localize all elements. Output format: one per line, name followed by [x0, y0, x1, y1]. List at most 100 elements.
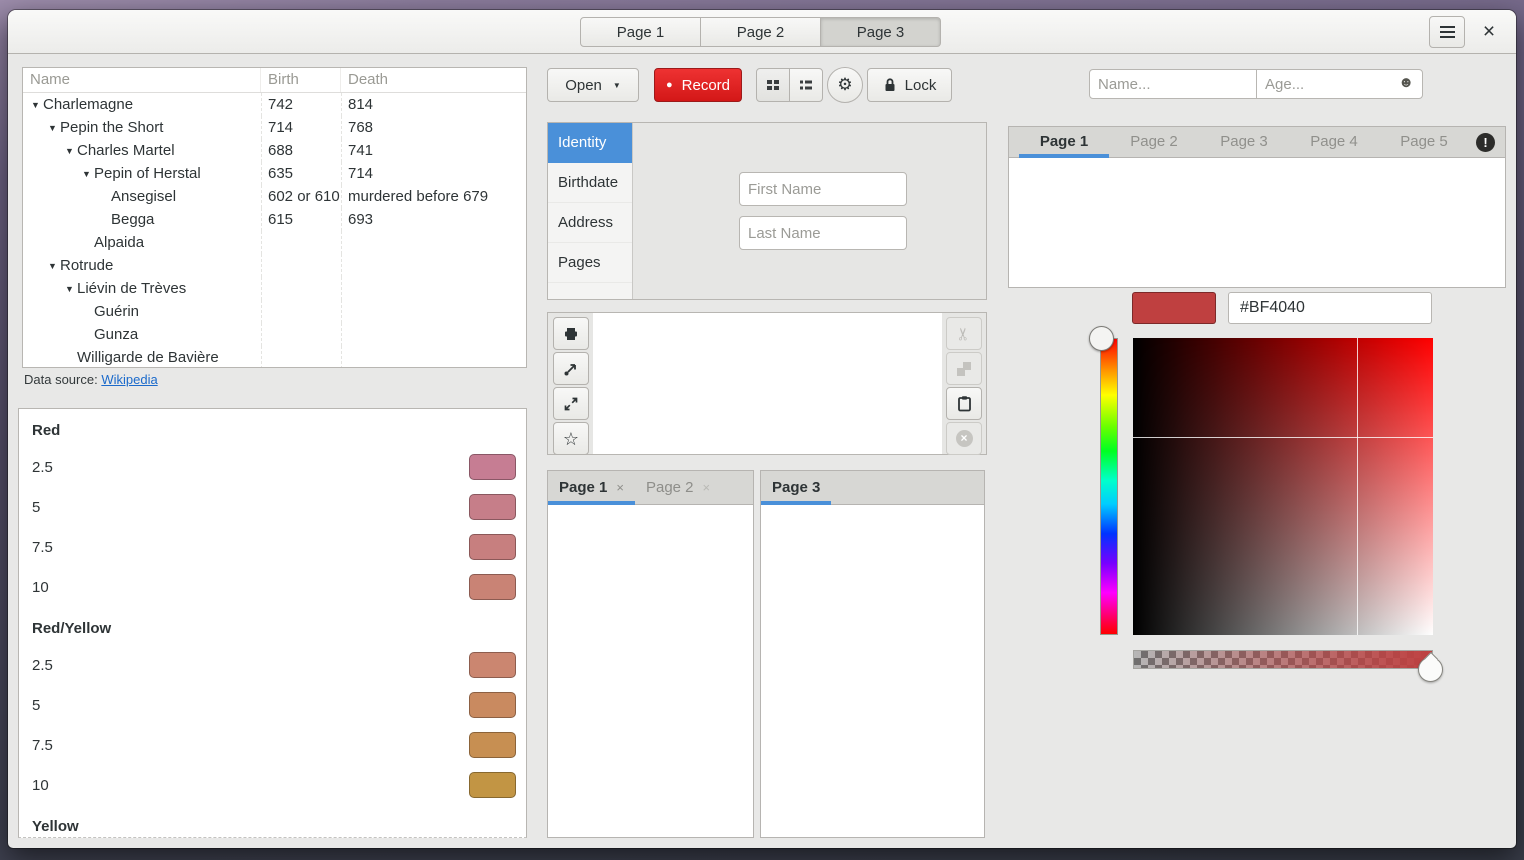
expander-icon[interactable]: ▼ [62, 146, 77, 156]
sidebar-item-address[interactable]: Address [548, 203, 632, 243]
text-area[interactable] [593, 313, 942, 454]
color-swatch[interactable] [469, 732, 516, 758]
color-swatch[interactable] [469, 494, 516, 520]
list-item[interactable]: 10 [19, 567, 526, 607]
header-tab-page2[interactable]: Page 2 [700, 17, 821, 47]
clear-button[interactable]: × [946, 422, 982, 455]
color-swatch[interactable] [469, 454, 516, 480]
list-item[interactable]: 5 [19, 685, 526, 725]
table-row[interactable]: Ansegisel 602 or 610 murdered before 679 [23, 185, 526, 208]
color-swatch[interactable] [469, 772, 516, 798]
color-swatch[interactable] [469, 534, 516, 560]
copy-button[interactable] [946, 352, 982, 385]
tab-page3[interactable]: Page 3 [1199, 127, 1289, 157]
cell-name: Pepin of Herstal [94, 165, 201, 182]
cell-name: Charlemagne [43, 96, 134, 113]
expand-arrows-icon [564, 397, 578, 410]
header-tab-page1[interactable]: Page 1 [580, 17, 701, 47]
header-tab-page3[interactable]: Page 3 [820, 17, 941, 47]
cell-death: 693 [341, 208, 526, 231]
expander-icon[interactable]: ▼ [28, 100, 43, 110]
list-item[interactable]: 5 [19, 487, 526, 527]
data-source-label: Data source: [24, 372, 98, 387]
table-row[interactable]: ▼ Charles Martel 688 741 [23, 139, 526, 162]
record-button[interactable]: ● Record [654, 68, 742, 102]
alpha-slider-handle[interactable] [1418, 657, 1443, 682]
lock-button[interactable]: Lock [867, 68, 952, 102]
hex-color-input[interactable] [1228, 292, 1432, 324]
alpha-slider[interactable] [1133, 650, 1433, 669]
saturation-value-plane[interactable] [1133, 338, 1433, 635]
cell-death: 768 [341, 116, 526, 139]
stack-frame: Identity Birthdate Address Pages [547, 122, 987, 300]
smiley-icon[interactable]: ☻ [1398, 74, 1414, 91]
tab-page2[interactable]: Page 2 [1109, 127, 1199, 157]
sidebar-item-pages[interactable]: Pages [548, 243, 632, 283]
cut-button[interactable]: ✂ [946, 317, 982, 350]
tab-close-icon[interactable]: × [703, 480, 711, 495]
table-row[interactable]: Gunza [23, 323, 526, 346]
color-swatch[interactable] [469, 652, 516, 678]
list-item[interactable]: 2.5 [19, 447, 526, 487]
send-button[interactable] [553, 352, 589, 385]
hue-slider-handle[interactable] [1089, 326, 1114, 351]
data-source-line: Data source: Wikipedia [24, 372, 158, 387]
list-item[interactable]: 7.5 [19, 527, 526, 567]
sidebar-item-birthdate[interactable]: Birthdate [548, 163, 632, 203]
identity-page [633, 123, 986, 299]
expander-icon[interactable]: ▼ [62, 284, 77, 294]
favorite-button[interactable]: ☆ [553, 422, 589, 455]
list-item[interactable]: 2.5 [19, 645, 526, 685]
list-item[interactable]: 7.5 [19, 725, 526, 765]
fullscreen-button[interactable] [553, 387, 589, 420]
table-row[interactable]: ▼ Charlemagne 742 814 [23, 93, 526, 116]
table-row[interactable]: ▼ Rotrude [23, 254, 526, 277]
table-row[interactable]: ▼ Pepin of Herstal 635 714 [23, 162, 526, 185]
hue-slider[interactable] [1100, 338, 1118, 635]
color-palette-list: Red 2.5 5 7.5 10 Red/Yellow 2.5 5 7.5 10… [18, 408, 527, 838]
expander-icon[interactable]: ▼ [45, 261, 60, 271]
column-header-birth[interactable]: Birth [261, 68, 341, 92]
tab-close-icon[interactable]: × [616, 480, 624, 495]
last-name-field[interactable] [739, 216, 907, 250]
tab-page1[interactable]: Page 1 [1019, 127, 1109, 158]
table-row[interactable]: Willigarde de Bavière [23, 346, 526, 367]
warning-icon[interactable]: ! [1476, 132, 1495, 152]
column-header-name[interactable]: Name [23, 68, 261, 92]
settings-button[interactable]: ⚙ [827, 67, 863, 103]
first-name-field[interactable] [739, 172, 907, 206]
grid-view-button[interactable] [756, 68, 790, 102]
color-swatch[interactable] [469, 574, 516, 600]
list-item[interactable]: 10 [19, 765, 526, 805]
table-row[interactable]: ▼ Liévin de Trèves [23, 277, 526, 300]
open-button[interactable]: Open ▼ [547, 68, 639, 102]
tab-label: Page 3 [772, 479, 821, 496]
table-row[interactable]: ▼ Pepin the Short 714 768 [23, 116, 526, 139]
table-row[interactable]: Begga 615 693 [23, 208, 526, 231]
print-button[interactable] [553, 317, 589, 350]
menu-button[interactable] [1429, 16, 1465, 48]
current-color-swatch[interactable] [1132, 292, 1216, 324]
color-swatch[interactable] [469, 692, 516, 718]
sidebar-item-identity[interactable]: Identity [548, 123, 632, 163]
table-row[interactable]: Alpaida [23, 231, 526, 254]
palette-row-label: 10 [32, 776, 49, 794]
tab-page3[interactable]: Page 3 [761, 471, 832, 505]
cell-birth: 602 or 610 [261, 185, 341, 208]
tab-page5[interactable]: Page 5 [1379, 127, 1469, 157]
list-view-button[interactable] [789, 68, 823, 102]
palette-row-label: 2.5 [32, 656, 53, 674]
tab-page2[interactable]: Page 2 × [635, 471, 721, 504]
window-close-button[interactable]: × [1476, 19, 1502, 45]
cell-birth [261, 323, 341, 346]
name-input[interactable] [1089, 69, 1257, 99]
paste-button[interactable] [946, 387, 982, 420]
tab-page1[interactable]: Page 1 × [548, 471, 635, 505]
wikipedia-link[interactable]: Wikipedia [101, 372, 157, 387]
column-header-death[interactable]: Death [341, 68, 526, 92]
expander-icon[interactable]: ▼ [79, 169, 94, 179]
tab-page4[interactable]: Page 4 [1289, 127, 1379, 157]
table-row[interactable]: Guérin [23, 300, 526, 323]
cell-death [341, 231, 526, 254]
expander-icon[interactable]: ▼ [45, 123, 60, 133]
